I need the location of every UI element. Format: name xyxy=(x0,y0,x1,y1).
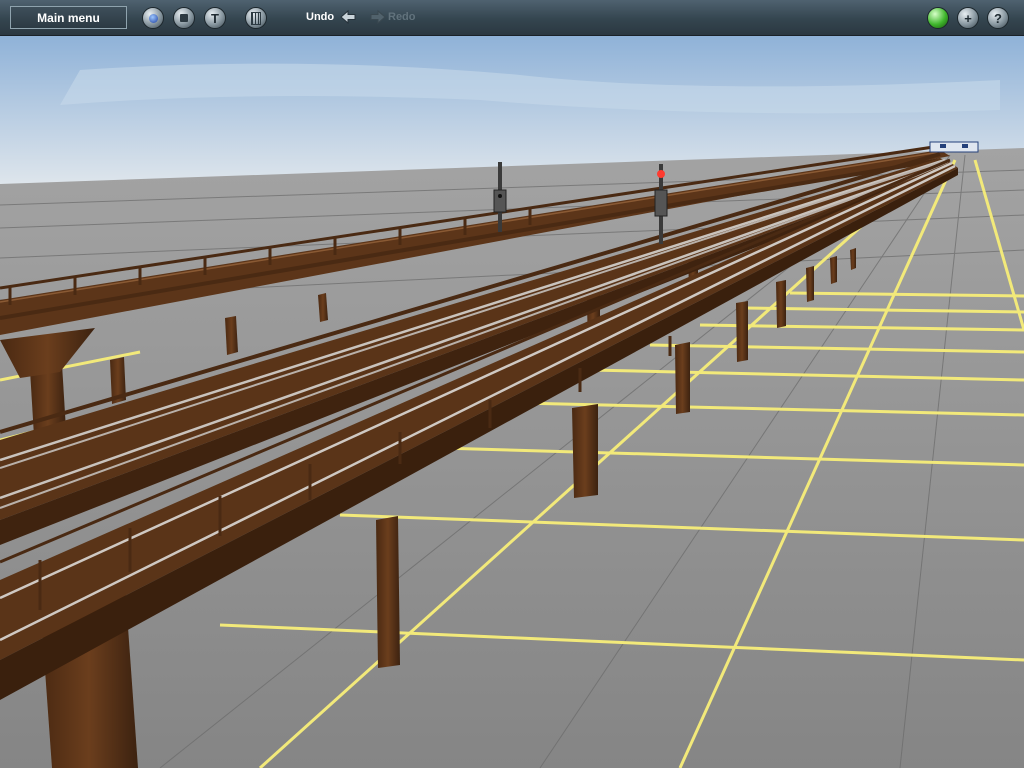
distant-train-icon xyxy=(929,141,979,153)
stop-icon xyxy=(180,14,188,22)
tool-icon: T xyxy=(211,10,219,26)
redo-arrow-icon[interactable] xyxy=(370,9,386,25)
help-icon: ? xyxy=(994,10,1002,26)
camera-button[interactable] xyxy=(142,7,164,29)
redo-button[interactable]: Redo xyxy=(388,11,416,23)
add-button[interactable]: + xyxy=(957,7,979,29)
help-button[interactable]: ? xyxy=(987,7,1009,29)
3d-viewport[interactable] xyxy=(0,36,1024,768)
layers-button[interactable] xyxy=(245,7,267,29)
camera-icon xyxy=(148,13,158,23)
tool-button[interactable]: T xyxy=(204,7,226,29)
undo-button[interactable]: Undo xyxy=(306,11,334,23)
undo-arrow-icon[interactable] xyxy=(340,9,356,25)
top-toolbar: Main menu T Undo Redo + ? xyxy=(0,0,1024,36)
status-button[interactable] xyxy=(927,7,949,29)
stop-button[interactable] xyxy=(173,7,195,29)
main-menu-button[interactable]: Main menu xyxy=(10,6,127,29)
plus-icon: + xyxy=(964,10,972,26)
main-menu-label: Main menu xyxy=(37,10,100,25)
layers-icon xyxy=(251,11,261,25)
